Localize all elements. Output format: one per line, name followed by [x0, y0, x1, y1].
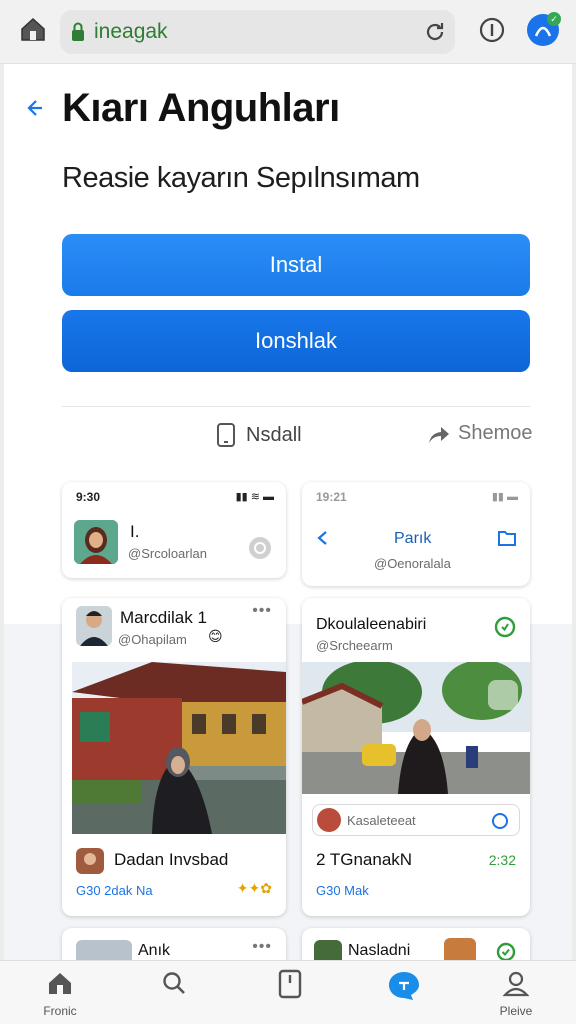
person-avatar-icon	[76, 606, 112, 646]
nav-profile[interactable]: Pleive	[476, 969, 556, 1018]
next-author-name: Anık	[138, 942, 171, 959]
status-time: 9:30	[76, 490, 101, 504]
post-photo[interactable]	[302, 662, 530, 794]
install-action-label: Nsdall	[246, 423, 302, 446]
status-icons: ▮▮ ≋ ▬	[235, 491, 274, 503]
street-photo-image	[302, 662, 530, 794]
back-chevron-icon[interactable]	[316, 530, 330, 546]
post-author-name: Dkoulaleenabiri	[316, 616, 427, 633]
divider	[62, 406, 530, 407]
comment-handle: Kasaleteeat	[347, 813, 416, 828]
footer-name: Dadan Invsbad	[114, 850, 229, 869]
folder-icon[interactable]	[498, 530, 516, 546]
nav-profile-label: Pleive	[499, 1004, 533, 1018]
nav-search[interactable]	[134, 969, 214, 1002]
share-arrow-icon	[429, 426, 449, 443]
street-photo-image	[72, 662, 286, 834]
post-photo[interactable]	[72, 662, 286, 834]
more-options-icon[interactable]: •••	[252, 938, 272, 956]
profile-handle: @Srcoloarlan	[128, 546, 207, 561]
person-icon	[502, 971, 530, 997]
nav-home-label: Fronic	[43, 1004, 77, 1018]
install-action[interactable]: Nsdall	[216, 422, 302, 448]
profile-name: I.	[130, 522, 140, 541]
nav-home[interactable]: Fronic	[20, 969, 100, 1018]
left-profile-card[interactable]: 9:30 ▮▮ ≋ ▬ I. @Srcoloarlan	[62, 482, 286, 578]
share-action-label: Shemoe	[458, 422, 533, 444]
bookmark-icon	[278, 969, 302, 999]
reaction-icons[interactable]: ✦✦✿	[237, 880, 272, 897]
url-text: ineagak	[94, 20, 168, 43]
check-circle-icon[interactable]	[494, 616, 516, 638]
status-icons: ▮▮ ▬	[491, 491, 518, 503]
status-time: 19:21	[316, 490, 347, 504]
phone-icon	[217, 423, 235, 447]
home-button[interactable]	[18, 14, 48, 44]
nav-messages[interactable]	[364, 969, 444, 1008]
person-avatar-icon	[74, 520, 118, 564]
settings-badge-icon[interactable]	[248, 536, 272, 560]
more-options-icon[interactable]: •••	[252, 602, 272, 620]
bottom-nav: Fronic Pleive	[0, 960, 576, 1024]
reload-icon[interactable]	[423, 20, 447, 44]
header-handle: @Oenoralala	[374, 556, 451, 571]
footer-name: 2 TGnanakN	[316, 850, 413, 869]
emoji-icon: 😊	[208, 628, 223, 644]
nav-library[interactable]	[250, 969, 330, 1004]
house-icon	[21, 17, 45, 41]
avatar	[74, 520, 118, 564]
avatar	[76, 606, 112, 646]
notification-badge: ✓	[547, 12, 561, 26]
account-avatar[interactable]: ✓	[527, 12, 561, 46]
avatar	[76, 848, 104, 874]
page-title: Kıarı Anguhları	[62, 86, 340, 130]
check-circle-icon[interactable]	[496, 942, 516, 962]
avatar	[317, 808, 341, 832]
page-subtitle: Reasie kayarın Sepılnsımam	[62, 162, 420, 194]
person-avatar-icon	[76, 848, 104, 874]
post-author-handle: @Srcheearm	[316, 638, 393, 653]
share-action[interactable]: Shemoe	[428, 422, 533, 445]
url-bar[interactable]: ineagak	[60, 10, 455, 54]
search-icon	[163, 972, 185, 994]
page-content: Kıarı Anguhları Reasie kayarın Sepılnsım…	[0, 64, 576, 988]
lock-icon	[72, 22, 84, 41]
comment-icon[interactable]	[491, 812, 509, 830]
next-author-name: Nasladni	[348, 942, 411, 959]
right-post-card[interactable]: Dkoulaleenabiri @Srcheearm Kasaleteeat 2…	[302, 598, 530, 916]
post-author-name: Marcdilak 1	[120, 608, 207, 627]
footer-meta: G30 2dak Na	[76, 883, 153, 898]
footer-stat: 2:32	[488, 852, 516, 868]
back-arrow-icon[interactable]	[24, 98, 44, 118]
browser-toolbar: ineagak ✓	[0, 0, 576, 64]
comment-bar[interactable]: Kasaleteeat	[312, 804, 520, 836]
chat-bubble-icon	[389, 972, 419, 1000]
header-title: Parık	[394, 530, 432, 547]
secondary-install-button[interactable]: Ionshlak	[62, 310, 530, 372]
home-icon	[49, 973, 71, 994]
post-author-handle: @Ohapilam	[118, 632, 187, 647]
info-icon[interactable]	[478, 16, 506, 44]
left-post-card[interactable]: Marcdilak 1 @Ohapilam 😊 ••• Dadan Invsba…	[62, 598, 286, 916]
right-header-card[interactable]: 19:21 ▮▮ ▬ Parık @Oenoralala	[302, 482, 530, 586]
install-button[interactable]: Instal	[62, 234, 530, 296]
footer-meta: G30 Mak	[316, 883, 369, 898]
